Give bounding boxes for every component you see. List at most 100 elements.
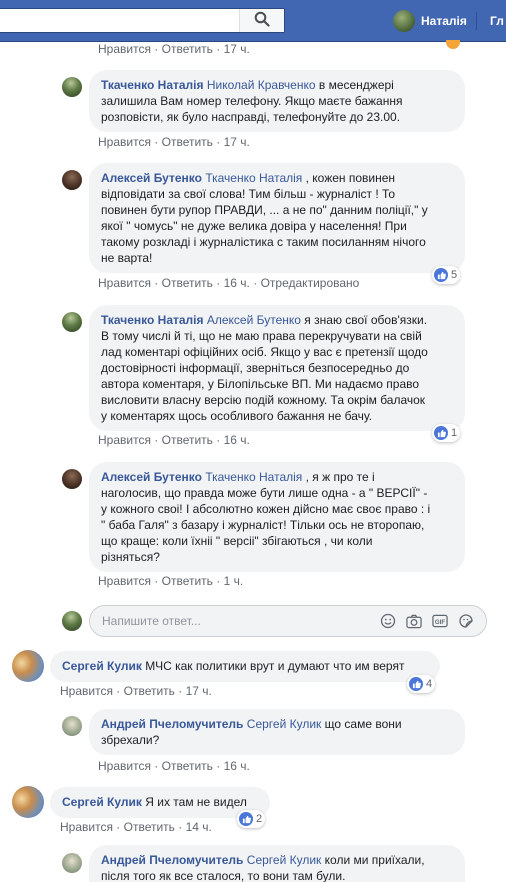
camera-icon[interactable]: [406, 613, 422, 629]
comment-author[interactable]: Алексей Бутенко: [101, 470, 202, 484]
comment-text: МЧС как политики врут и думают что им ве…: [141, 659, 405, 673]
comment-author[interactable]: Андрей Пчеломучитель: [101, 717, 243, 731]
gif-icon[interactable]: GIF: [432, 613, 448, 629]
topbar-divider: [476, 12, 477, 30]
comment-text: повинен бути рупор ПРАВДИ, ... а не по" …: [101, 203, 428, 217]
comment-bubble: Сергей Кулик Я их там не видел: [50, 787, 270, 818]
like-link[interactable]: Нравится: [98, 276, 151, 290]
comment-mention[interactable]: Николай Кравченко: [207, 78, 316, 92]
separator: ·: [154, 42, 159, 56]
reply-link[interactable]: Ответить: [162, 42, 213, 56]
search-icon: [254, 11, 270, 30]
comment-timestamp[interactable]: 17 ч.: [224, 135, 250, 149]
comment-author[interactable]: Ткаченко Наталія: [101, 78, 204, 92]
comment-text: В тому числі й ті, що не маю права перек…: [101, 329, 422, 343]
like-link[interactable]: Нравится: [98, 433, 151, 447]
emoji-icon[interactable]: [380, 613, 396, 629]
avatar[interactable]: [62, 469, 82, 489]
avatar[interactable]: [62, 716, 82, 736]
comment-author[interactable]: Сергей Кулик: [62, 659, 142, 673]
comment-mention[interactable]: Сергей Кулик: [247, 853, 322, 867]
like-icon: [434, 426, 448, 440]
comment-text: коли ми приїхали,: [321, 853, 425, 867]
current-user-avatar: [62, 611, 82, 631]
reply-input[interactable]: Напишите ответ... GIF: [89, 605, 487, 637]
comment-text: достовірності інформації, зверніться без…: [101, 361, 410, 375]
comment-actions: Нравится · Ответить · 16 ч.: [98, 433, 250, 447]
avatar[interactable]: [62, 77, 82, 97]
edited-label[interactable]: Отредактировано: [261, 276, 360, 290]
comment-text: лад коментарі офіційних осіб. Якщо у вас…: [101, 345, 428, 359]
like-link[interactable]: Нравится: [60, 820, 113, 834]
comment-timestamp[interactable]: 16 ч.: [224, 433, 250, 447]
avatar[interactable]: [62, 170, 82, 190]
reply-link[interactable]: Ответить: [162, 574, 213, 588]
avatar[interactable]: [12, 650, 44, 682]
reply-link[interactable]: Ответить: [162, 759, 213, 773]
reply-link[interactable]: Ответить: [162, 433, 213, 447]
comment-author[interactable]: Андрей Пчеломучитель: [101, 853, 243, 867]
home-link[interactable]: Гл: [490, 14, 504, 28]
comment-mention[interactable]: Сергей Кулик: [247, 717, 322, 731]
separator: ·: [116, 684, 121, 698]
comment-author[interactable]: Сергей Кулик: [62, 795, 142, 809]
reaction-count[interactable]: 5: [432, 266, 461, 284]
comment-timestamp[interactable]: 14 ч.: [186, 820, 212, 834]
comment-text: що краще: коли їхніі " версіі" збігаютьс…: [101, 534, 373, 548]
profile-avatar[interactable]: [393, 10, 415, 32]
comment-text: Я их там не видел: [141, 795, 247, 809]
search-input[interactable]: [0, 8, 285, 33]
reaction-count[interactable]: 4: [407, 675, 436, 693]
like-link[interactable]: Нравится: [98, 759, 151, 773]
comment-text: , я ж про те і: [302, 470, 375, 484]
reply-link[interactable]: Ответить: [162, 135, 213, 149]
sticker-icon[interactable]: [458, 613, 474, 629]
search-button[interactable]: [239, 9, 284, 32]
comment-bubble: Сергей Кулик МЧС как политики врут и дум…: [50, 651, 440, 682]
comment-timestamp[interactable]: 1 ч.: [224, 574, 244, 588]
reaction-number: 5: [451, 269, 458, 281]
reply-link[interactable]: Ответить: [162, 276, 213, 290]
reply-link[interactable]: Ответить: [124, 820, 175, 834]
like-icon: [434, 268, 448, 282]
comment-timestamp[interactable]: 16 ч.: [224, 276, 250, 290]
avatar[interactable]: [12, 786, 44, 818]
comment-text: , кожен повинен: [302, 171, 396, 185]
comment-timestamp[interactable]: 16 ч.: [224, 759, 250, 773]
like-link[interactable]: Нравится: [98, 574, 151, 588]
like-link[interactable]: Нравится: [98, 135, 151, 149]
comment-mention[interactable]: Алексей Бутенко: [207, 313, 301, 327]
comment-timestamp[interactable]: 17 ч.: [186, 684, 212, 698]
comment-text: наголосив, що правда може бути лише одна…: [101, 486, 428, 500]
reply-placeholder: Напишите ответ...: [102, 614, 201, 628]
comment-text: що саме вони: [321, 717, 402, 731]
comment-actions: Нравится · Ответить · 17 ч.: [60, 684, 212, 698]
separator: ·: [216, 42, 221, 56]
separator: ·: [216, 135, 221, 149]
reply-link[interactable]: Ответить: [124, 684, 175, 698]
reaction-count[interactable]: 2: [237, 810, 266, 828]
like-link[interactable]: Нравится: [98, 42, 151, 56]
comment-mention[interactable]: Ткаченко Наталія: [205, 470, 302, 484]
comment-timestamp[interactable]: 17 ч.: [224, 42, 250, 56]
separator: ·: [154, 135, 159, 149]
separator: ·: [116, 820, 121, 834]
comment-text: я знаю свої обов'язки.: [300, 313, 428, 327]
avatar[interactable]: [62, 853, 82, 873]
comment-author[interactable]: Алексей Бутенко: [101, 171, 202, 185]
comment-author[interactable]: Ткаченко Наталія: [101, 313, 204, 327]
comment-bubble: Алексей Бутенко Ткаченко Наталія , кожен…: [89, 163, 465, 273]
avatar[interactable]: [62, 312, 82, 332]
reaction-count[interactable]: 1: [432, 424, 461, 442]
comment-bubble: Андрей Пчеломучитель Сергей Кулик коли м…: [89, 845, 465, 882]
comment-mention[interactable]: Ткаченко Наталія: [205, 171, 302, 185]
separator: ·: [154, 276, 159, 290]
separator: ·: [154, 759, 159, 773]
separator: ·: [178, 684, 183, 698]
like-link[interactable]: Нравится: [60, 684, 113, 698]
comment-text: збрехали?: [101, 733, 160, 747]
profile-name-link[interactable]: Наталія: [421, 14, 467, 28]
comment-actions: Нравится · Ответить · 1 ч.: [98, 574, 243, 588]
comment-text: якої " чомусь" не дуже велика довіра у н…: [101, 219, 407, 233]
separator: ·: [216, 759, 221, 773]
